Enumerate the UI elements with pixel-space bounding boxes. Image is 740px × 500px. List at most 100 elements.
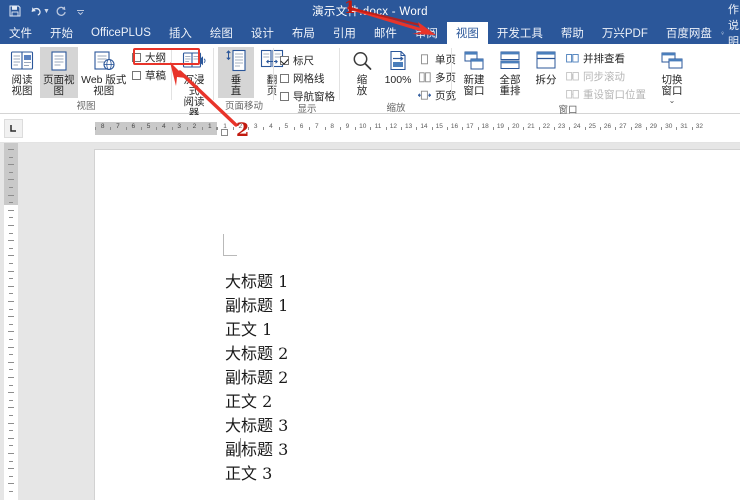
ribbon-group-immersive: 沉浸式 阅读器 沉浸式: [172, 44, 214, 131]
tab-view[interactable]: 视图: [446, 22, 488, 44]
ruler-tick-mark: [278, 127, 280, 130]
tab-officeplus[interactable]: OfficePLUS: [82, 22, 160, 44]
document-line[interactable]: 正文 1: [225, 318, 685, 342]
vertical-ruler-tick: [9, 171, 13, 173]
outline-label: 大纲: [145, 52, 166, 64]
vertical-ruler-tick: [8, 316, 14, 318]
ruler-checkbox[interactable]: 标尺: [280, 53, 335, 68]
navigation-pane-checkbox[interactable]: 导航窗格: [280, 89, 335, 104]
document-line[interactable]: 副标题 3: [225, 438, 685, 462]
ruler-tick-label: 8: [330, 123, 334, 130]
vertical-scroll-label: 垂 直: [230, 74, 242, 97]
tab-insert[interactable]: 插入: [160, 22, 201, 44]
synchronous-scrolling-icon: [566, 71, 579, 82]
tab-design[interactable]: 设计: [242, 22, 283, 44]
switch-windows-label: 切换窗口: [661, 74, 683, 97]
customize-qat-icon[interactable]: [72, 2, 90, 20]
outline-checkbox[interactable]: 大纲: [132, 50, 166, 65]
gridlines-checkbox[interactable]: 网格线: [280, 71, 335, 86]
tab-draw[interactable]: 绘图: [201, 22, 242, 44]
tab-home[interactable]: 开始: [41, 22, 82, 44]
tab-references[interactable]: 引用: [324, 22, 365, 44]
tab-stop-selector[interactable]: [4, 119, 23, 138]
ruler-tick-mark: [538, 127, 540, 130]
annotation-number-2: 2: [236, 119, 250, 141]
undo-icon[interactable]: [26, 2, 44, 20]
document-line[interactable]: 副标题 2: [225, 366, 685, 390]
vertical-ruler-tick: [9, 430, 13, 432]
horizontal-ruler[interactable]: 8 7 6 5 4 3 2 1 1 2 3 4 5 6 7 8 9 10 11 12 13 14 15 16 17 18 19 20 2…: [0, 115, 740, 143]
tab-wondershare-pdf[interactable]: 万兴PDF: [593, 22, 657, 44]
arrange-all-button[interactable]: 全部重排: [492, 47, 528, 98]
document-page[interactable]: 大标题 1 副标题 1 正文 1 大标题 2 副标题 2 正文 2 大标题 3 副标题 3 正文…: [95, 150, 740, 500]
arrange-all-icon: [498, 48, 522, 74]
ruler-tick-mark: [140, 127, 142, 130]
ruler-tick-mark: [569, 127, 571, 130]
window-row-list: 并排查看 同步滚动 重设窗口位置: [564, 47, 648, 102]
immersive-reader-button[interactable]: 沉浸式 阅读器: [176, 47, 212, 120]
vertical-ruler-tick: [9, 202, 13, 204]
document-text-block[interactable]: 大标题 1 副标题 1 正文 1 大标题 2 副标题 2 正文 2 大标题 3 副标题 3 正文…: [225, 270, 685, 486]
ruler-tick-mark: [630, 127, 632, 130]
web-layout-button[interactable]: Web 版式视图: [78, 47, 130, 98]
print-layout-button[interactable]: 页面视图: [40, 47, 78, 98]
ruler-tick-mark: [416, 127, 418, 130]
view-side-by-side-button[interactable]: 并排查看: [566, 51, 646, 66]
ruler-tick-mark: [477, 127, 479, 130]
tab-help[interactable]: 帮助: [552, 22, 593, 44]
document-line[interactable]: 大标题 2: [225, 342, 685, 366]
document-line[interactable]: 副标题 1: [225, 294, 685, 318]
one-page-button[interactable]: 单页: [418, 52, 456, 67]
vertical-ruler[interactable]: [4, 143, 18, 500]
undo-dropdown-caret-icon[interactable]: ▼: [43, 8, 50, 15]
document-line[interactable]: 正文 3: [225, 462, 685, 486]
ruler-tick-label: 6: [131, 123, 136, 130]
tab-mailings[interactable]: 邮件: [365, 22, 406, 44]
document-line[interactable]: 大标题 1: [225, 270, 685, 294]
page-width-button[interactable]: 页宽: [418, 88, 456, 103]
read-mode-button[interactable]: 阅读 视图: [4, 47, 40, 98]
multiple-pages-button[interactable]: 多页: [418, 70, 456, 85]
vertical-ruler-tick: [9, 247, 13, 249]
ruler-tick-label: 13: [405, 123, 413, 130]
vertical-ruler-tick: [8, 331, 14, 333]
left-indent-marker[interactable]: [221, 129, 228, 136]
vertical-ruler-tick: [8, 301, 14, 302]
vertical-ruler-tick: [8, 149, 14, 150]
zoom-button[interactable]: 缩 放: [344, 47, 380, 98]
ruler-tick-mark: [156, 127, 158, 130]
ribbon-group-show: 标尺 网格线 导航窗格 显示: [274, 44, 340, 115]
draft-checkbox[interactable]: 草稿: [132, 68, 166, 83]
zoom-100-button[interactable]: 100%: [380, 47, 416, 87]
tab-file[interactable]: 文件: [0, 22, 41, 44]
quick-access-toolbar[interactable]: ▼: [0, 2, 90, 20]
new-window-button[interactable]: 新建窗口: [456, 47, 492, 98]
tell-me-box[interactable]: 操作说明搜索: [721, 4, 740, 80]
switch-windows-caret-icon[interactable]: ⌄: [669, 97, 676, 105]
tab-layout[interactable]: 布局: [283, 22, 324, 44]
tab-baidu-netdisk[interactable]: 百度网盘: [657, 22, 721, 44]
ruler-tick-label: 6: [299, 123, 304, 130]
tab-review[interactable]: 审阅: [406, 22, 447, 44]
vertical-ruler-tick: [8, 270, 14, 272]
tab-developer[interactable]: 开发工具: [488, 22, 552, 44]
ruler-tick-label: 10: [359, 123, 367, 130]
ruler-tick-mark: [554, 127, 555, 130]
ruler-tick-label: 24: [573, 123, 581, 130]
document-line[interactable]: 大标题 3: [225, 414, 685, 438]
vertical-ruler-tick: [9, 491, 13, 492]
save-icon[interactable]: [6, 2, 24, 20]
switch-windows-button[interactable]: 切换窗口 ⌄: [654, 47, 690, 105]
document-line[interactable]: 正文 2: [225, 390, 685, 414]
vertical-ruler-tick: [9, 399, 13, 401]
redo-icon[interactable]: [52, 2, 70, 20]
ruler-tick-label: 9: [345, 123, 350, 130]
ruler-tick-label: 21: [527, 123, 535, 130]
split-button[interactable]: 拆分: [528, 47, 564, 87]
vertical-scroll-button[interactable]: 垂 直: [218, 47, 254, 98]
vertical-ruler-tick: [9, 217, 13, 219]
vertical-ruler-tick: [9, 232, 13, 234]
vertical-ruler-tick: [9, 156, 13, 158]
ruler-tick-mark: [523, 127, 525, 130]
ruler-scale[interactable]: 8 7 6 5 4 3 2 1 1 2 3 4 5 6 7 8 9 10 11 12 13 14 15 16 17 18 19 20 2…: [95, 122, 734, 135]
